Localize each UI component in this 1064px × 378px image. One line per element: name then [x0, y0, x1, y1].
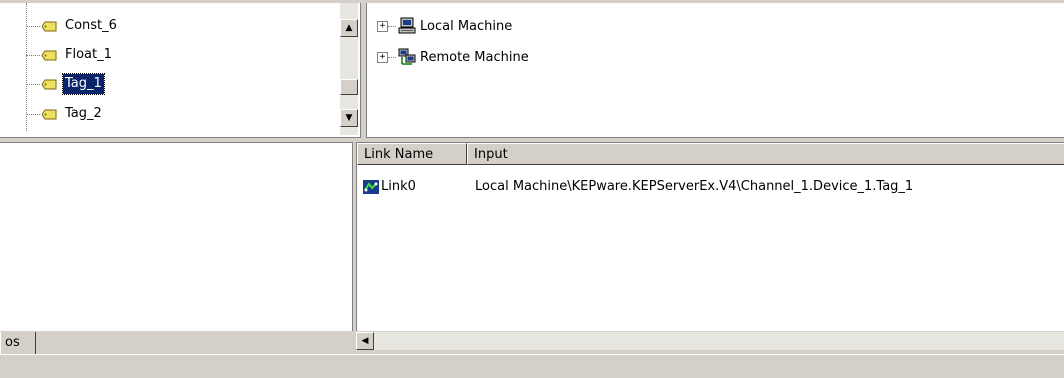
tag-tree-vertical-scrollbar[interactable]: ▲ ▼: [340, 3, 358, 135]
link-icon: [363, 180, 379, 194]
tree-connector: [388, 25, 396, 27]
tree-item-const-6[interactable]: Const_6: [26, 16, 119, 36]
network-computer-icon: [398, 48, 416, 65]
scroll-left-button[interactable]: ◀: [356, 332, 374, 350]
status-bar: [0, 354, 1064, 378]
tree-item-remote-machine[interactable]: + Remote Machine: [377, 46, 529, 68]
scroll-up-button[interactable]: ▲: [340, 19, 358, 37]
tree-connector: [388, 56, 396, 58]
input-cell-container: Local Machine\KEPware.KEPServerEx.V4\Cha…: [475, 177, 913, 197]
expand-icon[interactable]: +: [377, 51, 388, 63]
tree-item-tag-2[interactable]: Tag_2: [26, 104, 104, 124]
tab-os[interactable]: os: [0, 332, 36, 356]
tree-connector: [26, 54, 40, 56]
tree-item-label: Const_6: [65, 18, 117, 33]
column-header-input[interactable]: Input: [467, 143, 1064, 165]
tree-item-float-1[interactable]: Float_1: [26, 45, 114, 65]
tag-icon: [41, 21, 57, 31]
tree-connector: [26, 25, 40, 27]
link-list-view[interactable]: Link Name Input Link0 Local Machine\KEPw…: [356, 142, 1064, 331]
tree-item-label: Tag_1: [62, 73, 105, 95]
tree-item-tag-1[interactable]: Tag_1: [26, 73, 105, 95]
tree-item-label: Tag_2: [65, 106, 102, 121]
lower-left-pane[interactable]: [0, 142, 353, 331]
tag-tree-pane[interactable]: Const_6 Float_1 Tag_1 Tag_2 ▲ ▼: [0, 3, 361, 138]
input-cell: Local Machine\KEPware.KEPServerEx.V4\Cha…: [475, 179, 914, 194]
tree-connector: [26, 113, 40, 115]
machine-tree-pane[interactable]: + Local Machine + Remote Machine: [366, 3, 1064, 138]
expand-icon[interactable]: +: [377, 20, 388, 32]
scroll-down-button[interactable]: ▼: [340, 109, 358, 127]
table-row[interactable]: Link0: [363, 177, 416, 197]
tag-icon: [41, 109, 57, 119]
tree-item-label: Local Machine: [420, 18, 513, 34]
tag-icon: [41, 79, 57, 89]
tag-icon: [41, 50, 57, 60]
tree-item-label: Float_1: [65, 47, 112, 62]
tree-item-local-machine[interactable]: + Local Machine: [377, 15, 512, 37]
tree-connector: [26, 83, 40, 85]
scroll-thumb[interactable]: [340, 79, 358, 95]
computer-icon: [398, 17, 416, 34]
column-header-link-name[interactable]: Link Name: [357, 143, 467, 165]
tree-item-label: Remote Machine: [420, 49, 529, 65]
list-horizontal-scrollbar[interactable]: ◀: [356, 332, 1064, 350]
link-name-cell: Link0: [381, 179, 416, 194]
